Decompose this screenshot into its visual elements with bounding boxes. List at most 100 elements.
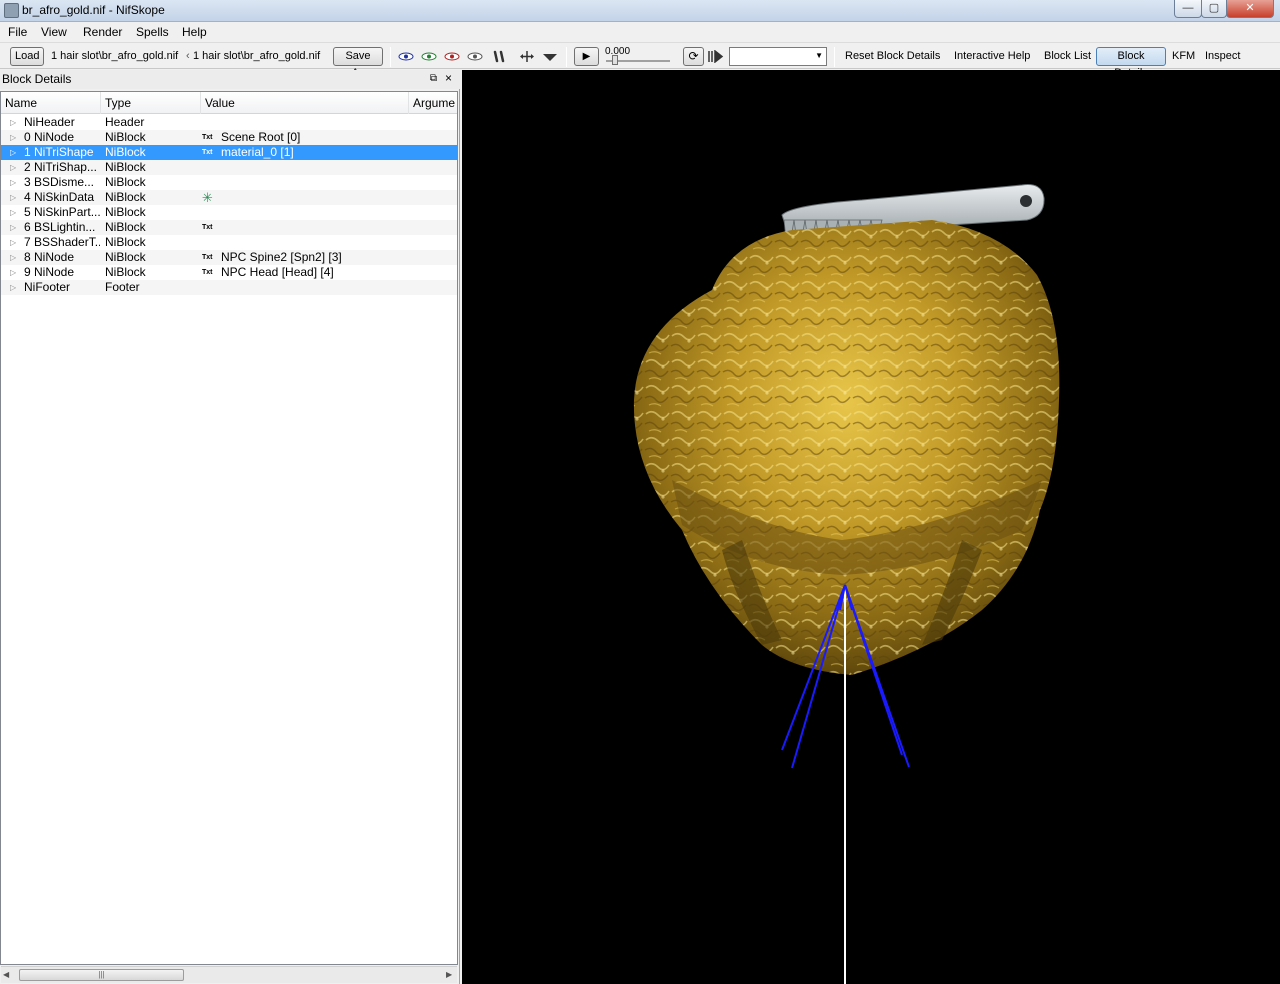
title-bar: br_afro_gold.nif - NifSkope — ▢ ✕ (0, 0, 1280, 22)
expand-arrow-icon[interactable]: ▷ (10, 220, 18, 235)
menu-render[interactable]: Render (83, 25, 122, 39)
row-name: 4 NiSkinData (24, 190, 95, 204)
dropdown-arrow-icon[interactable] (542, 50, 558, 63)
expand-arrow-icon[interactable]: ▷ (10, 205, 18, 220)
select-chevron-icon: ▼ (815, 51, 823, 60)
float-panel-icon[interactable]: ⧉ (428, 73, 439, 84)
close-panel-icon[interactable]: × (443, 72, 454, 84)
scene-render (633, 184, 1060, 984)
view-side-eye-icon[interactable] (444, 50, 460, 63)
expand-arrow-icon[interactable]: ▷ (10, 235, 18, 250)
tree-row[interactable]: ▷ 2 NiTriShap... NiBlock (1, 160, 457, 175)
row-name: 8 NiNode (24, 250, 75, 264)
row-type: NiBlock (105, 145, 146, 159)
column-argument[interactable]: Argume (409, 92, 457, 114)
tree-row[interactable]: ▷ 5 NiSkinPart... NiBlock (1, 205, 457, 220)
row-value: NPC Spine2 [Spn2] [3] (221, 250, 342, 264)
toolbar-separator (834, 47, 835, 67)
txt-type-icon: Txt (202, 134, 213, 141)
horizontal-scrollbar[interactable]: ◀ ||| ▶ (1, 966, 457, 983)
expand-arrow-icon[interactable]: ▷ (10, 145, 18, 160)
animation-select[interactable]: ▼ (729, 47, 827, 66)
tree-rows: ▷ NiHeader Header ▷ 0 NiNode NiBlock Txt Scene … (1, 115, 457, 295)
txt-type-icon: Txt (202, 269, 213, 276)
row-type: NiBlock (105, 220, 146, 234)
save-as-button[interactable]: Save As (333, 47, 383, 79)
block-details-button[interactable]: Block Details (1096, 47, 1166, 79)
expand-arrow-icon[interactable]: ▷ (10, 130, 18, 145)
expand-arrow-icon[interactable]: ▷ (10, 160, 18, 175)
row-type: Header (105, 115, 145, 129)
row-type: NiBlock (105, 190, 146, 204)
scroll-right-icon[interactable]: ▶ (446, 970, 452, 979)
walk-mode-icon[interactable] (491, 50, 507, 63)
block-tree[interactable]: Name Type Value Argume ▷ NiHeader Header ▷ 0… (0, 91, 458, 965)
expand-arrow-icon[interactable]: ▷ (10, 280, 18, 295)
expand-arrow-icon[interactable]: ▷ (10, 175, 18, 190)
expand-arrow-icon[interactable]: ▷ (10, 265, 18, 280)
block-details-panel: Block Details ⧉ × Name Type Value Argume… (0, 70, 460, 984)
menu-spells[interactable]: Spells (136, 25, 169, 39)
kfm-button[interactable]: KFM (1172, 50, 1195, 62)
row-type: Footer (105, 280, 140, 294)
reset-block-details-button[interactable]: Reset Block Details (845, 50, 940, 62)
render-viewport[interactable] (462, 70, 1280, 984)
loop-button[interactable]: ⟳ (683, 47, 704, 66)
expand-arrow-icon[interactable]: ▷ (10, 115, 18, 130)
view-front-eye-icon[interactable] (421, 50, 437, 63)
block-list-button[interactable]: Block List (1044, 50, 1091, 62)
row-name: 2 NiTriShap... (24, 160, 97, 174)
save-path-field[interactable]: 1 hair slot\br_afro_gold.nif (193, 50, 327, 62)
tree-row[interactable]: ▷ 4 NiSkinData NiBlock ✳ (1, 190, 457, 205)
tree-row[interactable]: ▷ 8 NiNode NiBlock Txt NPC Spine2 [Spn2] [3] (1, 250, 457, 265)
menu-help[interactable]: Help (182, 25, 207, 39)
tree-row[interactable]: ▷ NiFooter Footer (1, 280, 457, 295)
hair-mesh (633, 220, 1060, 675)
row-type: NiBlock (105, 160, 146, 174)
row-name: 7 BSShaderT... (24, 235, 100, 249)
column-type[interactable]: Type (101, 92, 201, 114)
row-name: 9 NiNode (24, 265, 75, 279)
expand-arrow-icon[interactable]: ▷ (10, 190, 18, 205)
row-name: 3 BSDisme... (24, 175, 95, 189)
app-icon (4, 3, 19, 18)
tree-row-selected[interactable]: ▷ 1 NiTriShape NiBlock Txt material_0 [1] (1, 145, 457, 160)
tree-row[interactable]: ▷ 7 BSShaderT... NiBlock (1, 235, 457, 250)
menu-view[interactable]: View (41, 25, 67, 39)
toolbar-separator (566, 47, 567, 67)
time-slider-handle[interactable] (612, 55, 618, 65)
column-name[interactable]: Name (1, 92, 101, 114)
window-title: br_afro_gold.nif - NifSkope (22, 3, 165, 17)
row-name: NiFooter (24, 280, 71, 294)
load-path-field[interactable]: 1 hair slot\br_afro_gold.nif (51, 50, 184, 62)
minimize-button[interactable]: — (1174, 0, 1202, 18)
interactive-help-button[interactable]: Interactive Help (954, 50, 1030, 62)
tree-row[interactable]: ▷ 3 BSDisme... NiBlock (1, 175, 457, 190)
tree-row[interactable]: ▷ 9 NiNode NiBlock Txt NPC Head [Head] [4] (1, 265, 457, 280)
maximize-button[interactable]: ▢ (1201, 0, 1227, 18)
tree-row[interactable]: ▷ NiHeader Header (1, 115, 457, 130)
column-value[interactable]: Value (201, 92, 409, 114)
expand-arrow-icon[interactable]: ▷ (10, 250, 18, 265)
load-button[interactable]: Load (10, 47, 44, 66)
txt-type-icon: Txt (202, 224, 213, 231)
close-button[interactable]: ✕ (1226, 0, 1274, 18)
row-value: Scene Root [0] (221, 130, 301, 144)
scroll-left-icon[interactable]: ◀ (3, 970, 9, 979)
tree-row[interactable]: ▷ 0 NiNode NiBlock Txt Scene Root [0] (1, 130, 457, 145)
splitter-arrow[interactable]: ‹ (186, 50, 190, 62)
skin-data-icon: ✳ (202, 190, 213, 205)
toolbar-separator (390, 47, 391, 67)
view-user-eye-icon[interactable] (467, 50, 483, 63)
play-button[interactable]: ▶ (574, 47, 599, 66)
view-top-eye-icon[interactable] (398, 50, 414, 63)
menu-file[interactable]: File (8, 25, 27, 39)
row-value: NPC Head [Head] [4] (221, 265, 334, 279)
tree-row[interactable]: ▷ 6 BSLightin... NiBlock Txt (1, 220, 457, 235)
axis-icon[interactable] (519, 50, 535, 63)
toolbar: Load 1 hair slot\br_afro_gold.nif ‹ 1 ha… (0, 42, 1280, 79)
scroll-thumb[interactable]: ||| (19, 969, 184, 981)
inspect-button[interactable]: Inspect (1205, 50, 1240, 62)
txt-type-icon: Txt (202, 254, 213, 261)
step-icon[interactable] (708, 50, 724, 63)
